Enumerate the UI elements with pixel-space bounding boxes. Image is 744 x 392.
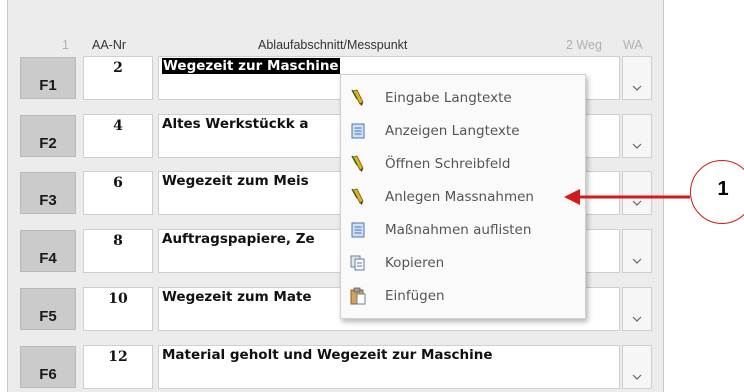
column-header-weg: 2 Weg — [566, 38, 602, 52]
aa-nr-field[interactable]: 4 — [83, 114, 153, 158]
menu-item-oeffnen-schreibfeld[interactable]: Öffnen Schreibfeld — [341, 149, 585, 179]
callout-number: 1 — [717, 178, 729, 200]
row-dropdown-button[interactable] — [622, 229, 652, 273]
menu-item-kopieren[interactable]: Kopieren — [341, 248, 585, 278]
document-icon — [349, 122, 367, 140]
f3-key-button[interactable]: F3 — [20, 172, 76, 214]
f2-key-button[interactable]: F2 — [20, 115, 76, 157]
chevron-down-icon — [632, 374, 642, 380]
aa-nr-field[interactable]: 12 — [83, 345, 153, 389]
f1-key-button[interactable]: F1 — [20, 57, 76, 99]
menu-item-einfuegen[interactable]: Einfügen — [341, 281, 585, 311]
f3-key-label: F3 — [39, 191, 57, 209]
aa-nr-field[interactable]: 8 — [83, 229, 153, 273]
aa-nr-field[interactable]: 6 — [83, 171, 153, 215]
column-header-aa-nr: AA-Nr — [92, 38, 127, 52]
menu-item-label: Kopieren — [385, 255, 445, 271]
aa-nr-field[interactable]: 10 — [83, 287, 153, 331]
paste-icon — [349, 287, 367, 305]
menu-item-eingabe-langtexte[interactable]: Eingabe Langtexte — [341, 83, 585, 113]
f2-key-label: F2 — [39, 134, 57, 152]
chevron-down-icon — [632, 85, 642, 91]
copy-icon — [349, 254, 367, 272]
pencil-icon — [349, 155, 367, 173]
chevron-down-icon — [632, 143, 642, 149]
menu-item-anzeigen-langtexte[interactable]: Anzeigen Langtexte — [341, 116, 585, 146]
context-menu: Eingabe Langtexte Anzeigen Langtexte Öff… — [340, 74, 586, 319]
menu-item-label: Öffnen Schreibfeld — [385, 156, 511, 172]
menu-item-label: Maßnahmen auflisten — [385, 222, 532, 238]
row-dropdown-button[interactable] — [622, 114, 652, 158]
f6-key-button[interactable]: F6 — [20, 346, 76, 388]
pencil-icon — [349, 89, 367, 107]
pencil-icon — [349, 188, 367, 206]
f6-key-label: F6 — [39, 365, 57, 383]
f4-key-label: F4 — [39, 249, 57, 267]
row-dropdown-button[interactable] — [622, 56, 652, 100]
menu-item-label: Eingabe Langtexte — [385, 90, 512, 106]
chevron-down-icon — [632, 316, 642, 322]
column-header-index: 1 — [62, 38, 69, 52]
column-header-step: Ablaufabschnitt/Messpunkt — [258, 38, 408, 52]
menu-item-label: Einfügen — [385, 288, 445, 304]
f5-key-label: F5 — [39, 307, 57, 325]
menu-item-massnahmen-auflisten[interactable]: Maßnahmen auflisten — [341, 215, 585, 245]
row-dropdown-button[interactable] — [622, 287, 652, 331]
step-text-field[interactable]: Material geholt und Wegezeit zur Maschin… — [158, 345, 620, 389]
row-dropdown-button[interactable] — [622, 345, 652, 389]
document-icon — [349, 221, 367, 239]
column-header-wa: WA — [623, 38, 643, 52]
menu-item-label: Anzeigen Langtexte — [385, 123, 520, 139]
f5-key-button[interactable]: F5 — [20, 288, 76, 330]
selected-step-text: Wegezeit zur Maschine — [162, 58, 340, 74]
callout-arrow — [564, 189, 690, 205]
f1-key-label: F1 — [39, 76, 57, 94]
chevron-down-icon — [632, 258, 642, 264]
menu-item-label: Anlegen Massnahmen — [385, 189, 534, 205]
aa-nr-field[interactable]: 2 — [83, 56, 153, 100]
f4-key-button[interactable]: F4 — [20, 230, 76, 272]
menu-item-anlegen-massnahmen[interactable]: Anlegen Massnahmen — [341, 182, 585, 212]
